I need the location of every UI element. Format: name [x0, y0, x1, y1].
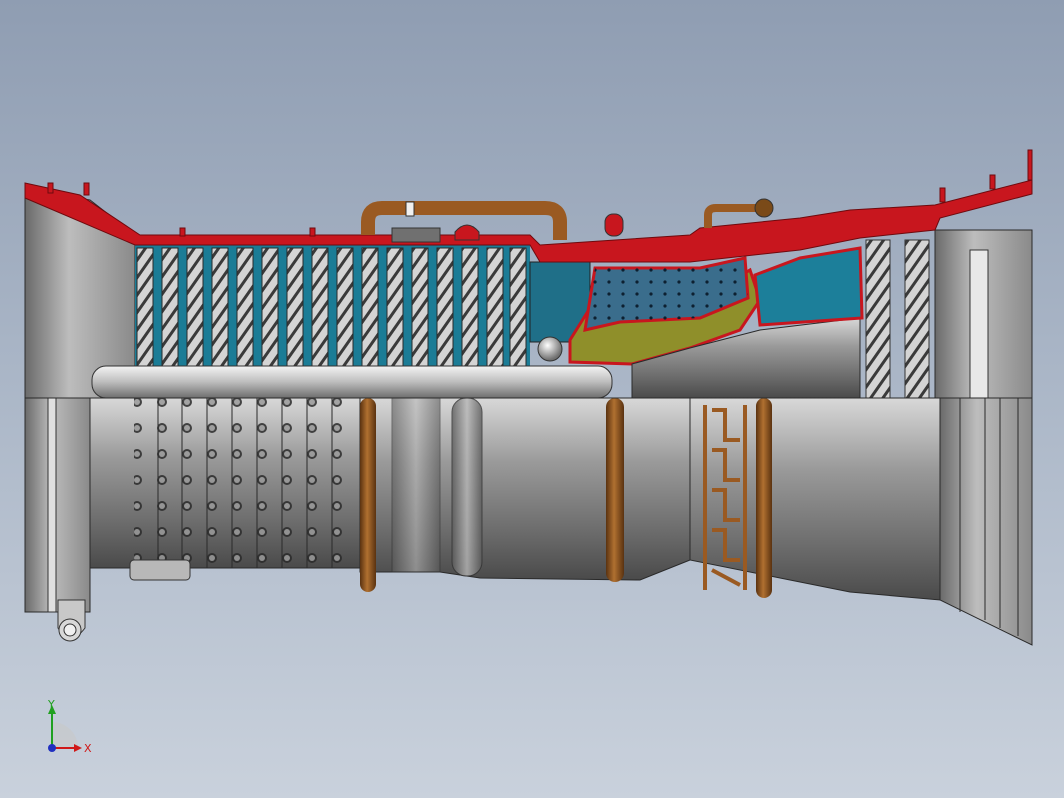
compressor-bleed-holes	[134, 398, 356, 568]
compressor-bottom-flange	[129, 559, 191, 581]
bearing-ball	[537, 336, 563, 362]
turbine-blade-row-1	[865, 239, 891, 399]
y-axis-label: Y	[47, 698, 55, 711]
fuel-pipe-2[interactable]	[606, 398, 624, 582]
engine-cutaway-upper-half[interactable]	[24, 149, 1033, 399]
mount-lug-bore	[63, 623, 77, 637]
igniter-port[interactable]	[604, 213, 624, 237]
x-axis-arrow-icon	[74, 744, 82, 752]
turbine-blade-row-2	[904, 239, 930, 399]
case-band-1	[391, 397, 441, 573]
pressure-tap[interactable]	[454, 224, 480, 241]
bleed-port[interactable]	[391, 227, 441, 243]
fuel-pipe-1[interactable]	[360, 398, 376, 592]
turbine-nozzle	[753, 246, 864, 327]
x-axis-label: X	[84, 742, 92, 755]
coordinate-triad: X Y	[47, 698, 92, 755]
case-band-2	[451, 397, 483, 577]
fuel-pipe-3[interactable]	[756, 398, 772, 598]
inlet-bell-lower	[24, 397, 91, 613]
engine-exterior-lower-half[interactable]	[24, 397, 1033, 646]
exhaust-strut	[969, 249, 989, 399]
main-shaft	[91, 365, 613, 399]
inlet-flange-lower	[47, 397, 57, 613]
turbine-casing-lower	[689, 397, 941, 601]
air-pipe-valve[interactable]	[754, 198, 774, 218]
cad-viewport[interactable]: X Y	[0, 0, 1064, 798]
z-axis-icon	[48, 744, 56, 752]
pipe-clamp	[405, 201, 415, 217]
